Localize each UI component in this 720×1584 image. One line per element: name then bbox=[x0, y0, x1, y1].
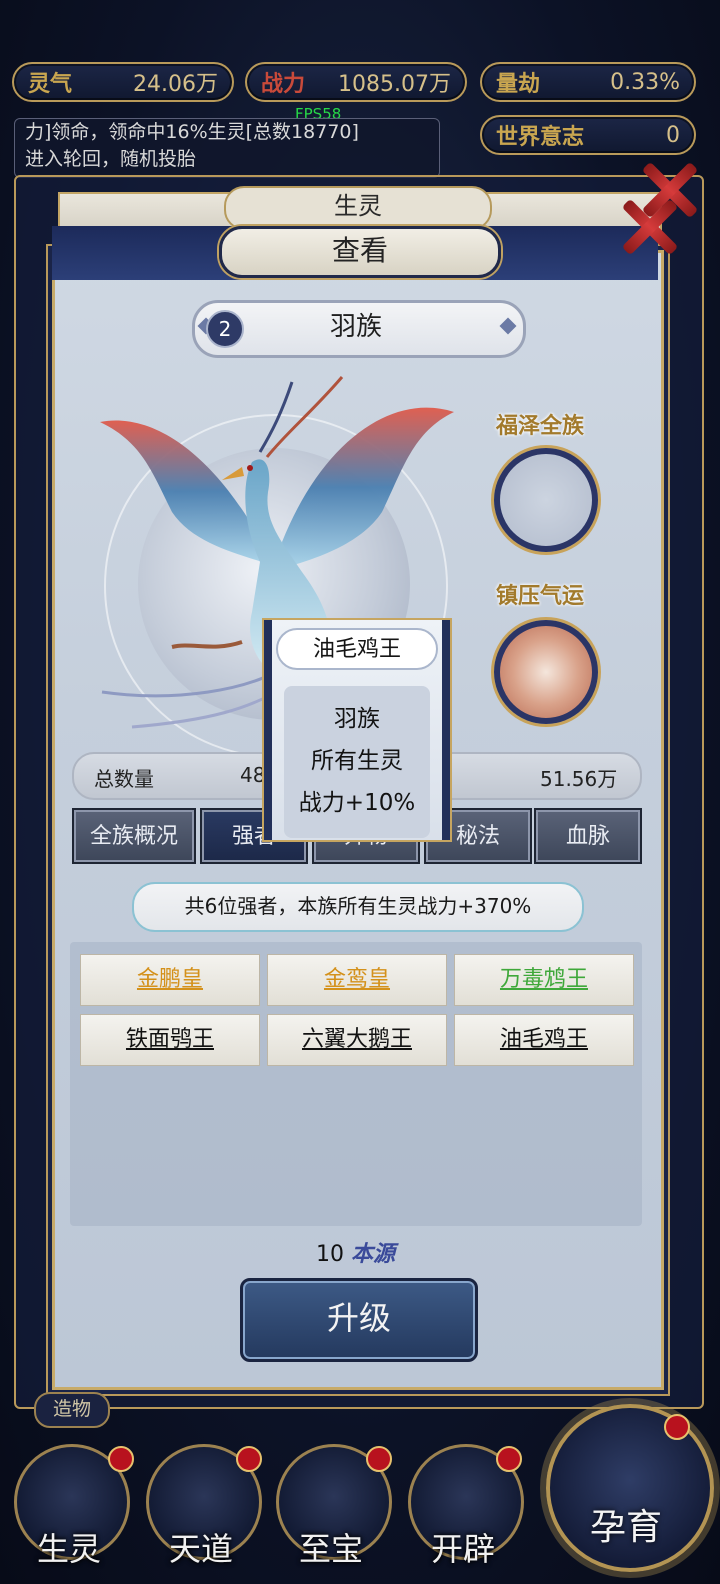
tooltip-body: 羽族 所有生灵 战力+10% bbox=[284, 686, 430, 838]
side-button-creation[interactable]: 造物 bbox=[34, 1392, 110, 1428]
stat-power: 战力 1085.07万 bbox=[245, 62, 467, 102]
log-line: 进入轮回，随机投胎 bbox=[25, 148, 197, 170]
hero-item[interactable]: 金鸾皇 bbox=[267, 954, 447, 1006]
race-name: 羽族 bbox=[329, 312, 382, 342]
nav-label: 开辟 bbox=[430, 1530, 495, 1568]
blessing-slot[interactable] bbox=[494, 448, 598, 552]
stat-key: 灵气 bbox=[28, 71, 73, 97]
stat-value: 1085.07万 bbox=[338, 72, 451, 97]
experts-summary: 共6位强者，本族所有生灵战力+370% bbox=[132, 882, 584, 932]
upgrade-button[interactable]: 升级 bbox=[240, 1278, 478, 1362]
nav-label: 天道 bbox=[168, 1530, 233, 1568]
stat-value: 0.33% bbox=[610, 69, 680, 95]
stat-key: 战力 bbox=[261, 71, 306, 97]
side-label-blessing: 福泽全族 bbox=[496, 413, 585, 439]
stat-world-will: 世界意志 0 bbox=[480, 115, 696, 155]
tooltip-line: 所有生灵 bbox=[311, 748, 403, 774]
breed-label: 孕育 bbox=[589, 1507, 662, 1548]
tooltip-line: 羽族 bbox=[334, 706, 380, 732]
total-value: 51.56万 bbox=[540, 767, 618, 791]
stat-value: 0 bbox=[666, 122, 680, 148]
race-number-badge: 2 bbox=[206, 310, 244, 348]
cost-unit: 本源 bbox=[351, 1241, 396, 1267]
notification-dot-icon bbox=[496, 1446, 522, 1472]
hero-item[interactable]: 油毛鸡王 bbox=[454, 1014, 634, 1066]
log-line: 力]领命，领命中16%生灵[总数18770] bbox=[25, 121, 359, 143]
notification-dot-icon bbox=[236, 1446, 262, 1472]
event-log: 力]领命，领命中16%生灵[总数18770] 进入轮回，随机投胎 bbox=[14, 118, 440, 178]
tab-overview[interactable]: 全族概况 bbox=[72, 808, 196, 864]
notification-dot-icon bbox=[366, 1446, 392, 1472]
side-label-suppress: 镇压气运 bbox=[496, 583, 585, 609]
upgrade-cost: 10 本源 bbox=[316, 1236, 395, 1268]
dialog-close-icon[interactable] bbox=[620, 195, 680, 256]
fortune-medallion[interactable] bbox=[494, 620, 598, 724]
stat-key: 世界意志 bbox=[496, 124, 585, 150]
hero-item[interactable]: 六翼大鹅王 bbox=[267, 1014, 447, 1066]
stat-lingqi: 灵气 24.06万 bbox=[12, 62, 234, 102]
hero-item[interactable]: 金鹏皇 bbox=[80, 954, 260, 1006]
tooltip-title: 油毛鸡王 bbox=[276, 628, 438, 670]
cost-amount: 10 bbox=[316, 1242, 344, 1267]
tab-bloodline[interactable]: 血脉 bbox=[534, 808, 642, 864]
notification-dot-icon bbox=[108, 1446, 134, 1472]
dialog-title: 查看 bbox=[219, 226, 501, 278]
notification-dot-icon bbox=[664, 1414, 690, 1440]
nav-label: 生灵 bbox=[36, 1530, 101, 1568]
stat-key: 量劫 bbox=[496, 71, 541, 97]
tooltip-line: 战力+10% bbox=[298, 790, 416, 816]
hero-item[interactable]: 万毒鸩王 bbox=[454, 954, 634, 1006]
stat-calamity: 量劫 0.33% bbox=[480, 62, 696, 102]
hero-item[interactable]: 铁面鸮王 bbox=[80, 1014, 260, 1066]
nav-label: 至宝 bbox=[298, 1530, 363, 1568]
total-label: 总数量 bbox=[94, 767, 154, 791]
stat-value: 24.06万 bbox=[133, 72, 218, 97]
background-window-title: 生灵 bbox=[224, 186, 492, 230]
